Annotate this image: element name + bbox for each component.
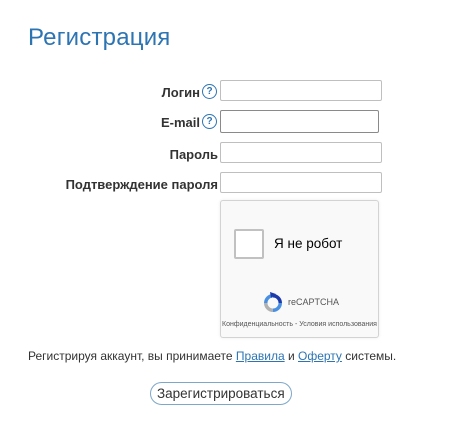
login-help-icon[interactable]: ? [202,84,217,99]
offer-link[interactable]: Оферту [298,349,342,363]
password-label: Пароль [169,147,218,162]
login-input[interactable] [220,80,382,101]
terms-prefix: Регистрируя аккаунт, вы принимаете [28,349,236,363]
recaptcha-widget: Я не робот reCAPTCHA Конфиденциальность … [220,200,379,338]
recaptcha-privacy-terms-link[interactable]: Конфиденциальность - Условия использован… [221,320,378,329]
password-confirm-row: Подтверждение пароля [0,172,450,198]
password-confirm-input[interactable] [220,172,382,193]
login-row: Логин ? [0,80,450,106]
terms-text: Регистрируя аккаунт, вы принимаете Прави… [28,349,396,363]
recaptcha-logo-icon [264,292,282,312]
email-input[interactable] [220,110,379,133]
register-button[interactable]: Зарегистрироваться [150,382,292,405]
login-label: Логин [161,85,200,100]
email-label: E-mail [160,115,200,130]
email-help-icon[interactable]: ? [202,114,217,129]
page-title: Регистрация [28,24,171,51]
recaptcha-checkbox-label: Я не робот [274,236,343,251]
email-row: E-mail ? [0,110,450,136]
recaptcha-brand: reCAPTCHA [288,297,340,307]
rules-link[interactable]: Правила [236,349,285,363]
password-row: Пароль [0,142,450,168]
recaptcha-checkbox[interactable] [234,229,264,259]
password-confirm-label: Подтверждение пароля [65,177,218,192]
terms-and: и [284,349,298,363]
password-input[interactable] [220,142,382,163]
terms-suffix: системы. [341,349,397,363]
